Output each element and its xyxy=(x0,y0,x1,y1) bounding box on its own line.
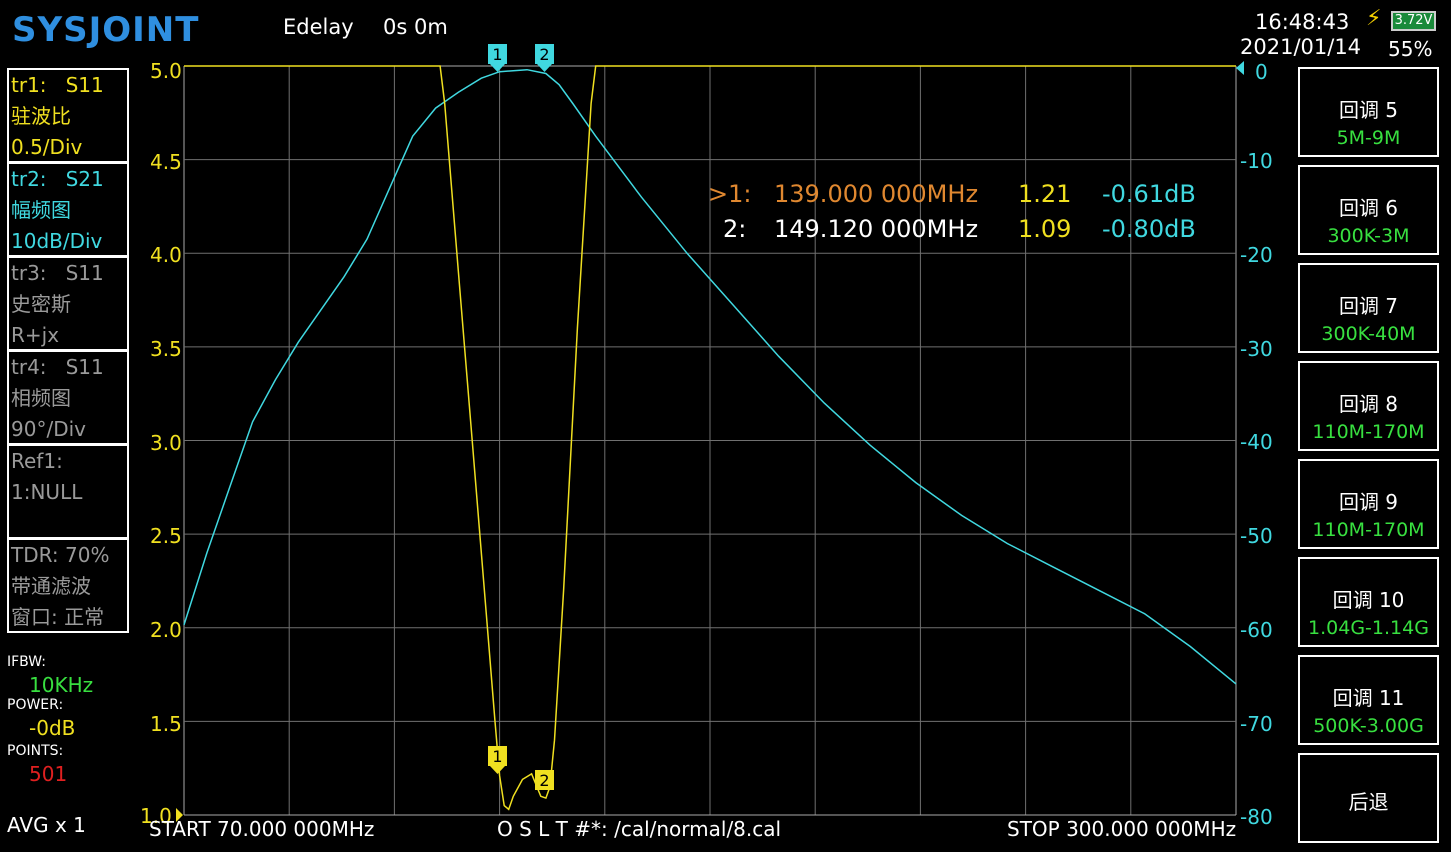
softkey-value: 1.04G-1.14G xyxy=(1308,617,1429,639)
softkey-label: 后退 xyxy=(1348,790,1389,814)
marker-tag-s11-1: 1 xyxy=(488,746,507,774)
softkey-label: 回调 8 xyxy=(1338,392,1399,416)
softkey-recall-10[interactable]: 回调 10 1.04G-1.14G xyxy=(1298,557,1439,647)
softkey-recall-8[interactable]: 回调 8 110M-170M xyxy=(1298,361,1439,451)
softkey-value: 110M-170M xyxy=(1312,421,1425,443)
marker-tag-s21-1: 1 xyxy=(488,44,507,72)
marker-1-swr: 1.21 xyxy=(1018,180,1072,208)
marker-2-db: -0.80dB xyxy=(1102,215,1196,243)
softkey-recall-9[interactable]: 回调 9 110M-170M xyxy=(1298,459,1439,549)
softkey-label: 回调 6 xyxy=(1338,196,1399,220)
plot-area[interactable]: 1 2 1 2 xyxy=(0,0,1451,852)
stop-frequency[interactable]: STOP 300.000 000MHz xyxy=(1007,817,1236,841)
softkey-recall-7[interactable]: 回调 7 300K-40M xyxy=(1298,263,1439,353)
softkey-label: 回调 7 xyxy=(1338,294,1399,318)
softkey-value: 5M-9M xyxy=(1336,127,1401,149)
softkey-value: 500K-3.00G xyxy=(1313,715,1424,737)
softkey-label: 回调 10 xyxy=(1332,588,1405,612)
marker-tag-s11-2: 2 xyxy=(535,770,554,790)
marker-2-swr: 1.09 xyxy=(1018,215,1072,243)
softkey-recall-6[interactable]: 回调 6 300K-3M xyxy=(1298,165,1439,255)
softkey-value: 300K-3M xyxy=(1327,225,1410,247)
softkey-value: 110M-170M xyxy=(1312,519,1425,541)
marker-1-freq[interactable]: 139.000 000MHz xyxy=(774,180,978,208)
softkey-value: 300K-40M xyxy=(1321,323,1416,345)
plot-grid xyxy=(183,65,1237,816)
marker-1-db: -0.61dB xyxy=(1102,180,1196,208)
start-frequency[interactable]: START 70.000 000MHz xyxy=(149,817,374,841)
marker-tag-label: 2 xyxy=(539,45,549,64)
marker-tag-label: 2 xyxy=(539,771,549,790)
softkey-back[interactable]: 后退 xyxy=(1298,753,1439,843)
softkey-label: 回调 5 xyxy=(1338,98,1399,122)
softkey-label: 回调 11 xyxy=(1332,686,1405,710)
marker-2-prefix: 2: xyxy=(723,215,747,243)
marker-2-freq[interactable]: 149.120 000MHz xyxy=(774,215,978,243)
marker-tag-label: 1 xyxy=(492,747,502,766)
softkey-label: 回调 9 xyxy=(1338,490,1399,514)
ref-pointer-right xyxy=(1236,61,1244,75)
softkey-recall-5[interactable]: 回调 5 5M-9M xyxy=(1298,67,1439,157)
marker-tag-label: 1 xyxy=(492,45,502,64)
marker-1-prefix: >1: xyxy=(708,180,752,208)
softkey-recall-11[interactable]: 回调 11 500K-3.00G xyxy=(1298,655,1439,745)
cal-file: O S L T #*: /cal/normal/8.cal xyxy=(497,817,782,841)
marker-tag-s21-2: 2 xyxy=(535,44,554,72)
